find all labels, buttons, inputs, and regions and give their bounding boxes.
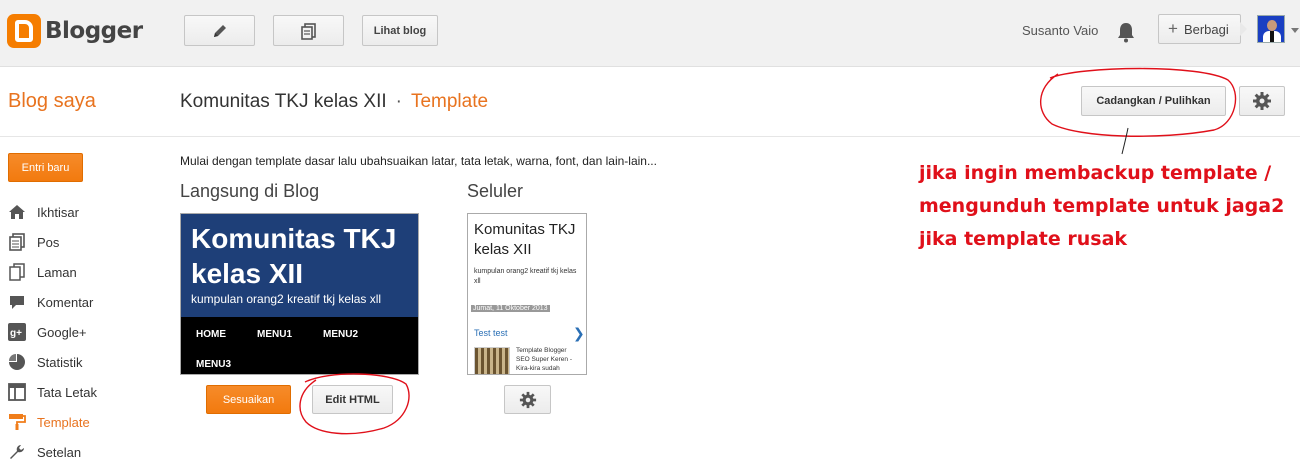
posts-list-icon (300, 22, 316, 40)
pie-chart-icon (9, 354, 25, 370)
mobile-preview-post-link: Test test (474, 328, 508, 338)
preview-header: Komunitas TKJ kelas XII kumpulan orang2 … (181, 214, 418, 317)
gear-icon (519, 391, 536, 408)
annotation-note: jika ingin membackup template / mengundu… (919, 157, 1299, 256)
template-intro-text: Mulai dengan template dasar lalu ubahsua… (180, 154, 657, 168)
header-divider (0, 136, 1300, 137)
mobile-preview-date: Jumat, 11 Oktober 2013 (468, 304, 558, 314)
preview-menu-item: MENU1 (257, 329, 293, 340)
sidebar-item-label: Google+ (37, 324, 87, 340)
sidebar-item-comments[interactable]: Komentar (8, 287, 168, 317)
posts-icon (9, 233, 25, 251)
sidebar-item-label: Laman (37, 264, 77, 280)
preview-menu: HOME MENU1 MENU2 MENU3 (181, 317, 418, 374)
avatar[interactable] (1257, 15, 1285, 43)
customize-button[interactable]: Sesuaikan (206, 385, 291, 414)
share-count-arrow (1240, 22, 1247, 36)
preview-menu-item: MENU2 (323, 329, 359, 340)
pencil-icon (213, 24, 226, 37)
wrench-icon (10, 445, 24, 459)
annotation-line: mengunduh template untuk jaga2 (919, 195, 1285, 217)
plus-icon: + (1168, 19, 1178, 38)
home-icon (9, 205, 25, 219)
mobile-preview-subtitle: kumpulan orang2 kreatif tkj kelas xll (474, 268, 577, 285)
blogger-b-icon (7, 14, 41, 48)
layout-icon (8, 383, 26, 401)
new-post-button-sidebar[interactable]: Entri baru (8, 153, 83, 182)
gear-icon (1253, 92, 1271, 110)
sidebar-item-settings[interactable]: Setelan (8, 437, 168, 464)
preview-blog-subtitle: kumpulan orang2 kreatif tkj kelas xll (191, 292, 382, 306)
preview-menu-item: MENU3 (196, 359, 232, 370)
view-blog-button[interactable]: Lihat blog (362, 15, 438, 46)
sidebar-item-pages[interactable]: Laman (8, 257, 168, 287)
sidebar-item-label: Setelan (37, 444, 82, 460)
svg-text:g+: g+ (10, 328, 22, 339)
breadcrumb-blog-name[interactable]: Komunitas TKJ kelas XII (180, 91, 387, 112)
my-blogs-link[interactable]: Blog saya (8, 90, 96, 113)
sidebar-item-posts[interactable]: Pos (8, 227, 168, 257)
share-label: Berbagi (1183, 21, 1229, 37)
annotation-line: jika template rusak (919, 228, 1128, 250)
edit-html-button[interactable]: Edit HTML (312, 385, 393, 414)
mobile-settings-button[interactable] (504, 385, 551, 414)
sidebar-item-overview[interactable]: Ikhtisar (8, 197, 168, 227)
paint-roller-icon (9, 414, 26, 430)
google-plus-icon: g+ (8, 323, 26, 341)
pages-icon (9, 263, 25, 281)
new-post-button[interactable] (184, 15, 255, 46)
mobile-preview-thumbnail (474, 347, 510, 374)
bell-icon[interactable] (1116, 21, 1136, 43)
mobile-preview-title: Komunitas TKJ kelas XII (474, 221, 576, 258)
live-on-blog-heading: Langsung di Blog (180, 181, 320, 201)
blogger-logo[interactable]: Blogger (7, 14, 143, 48)
sidebar-item-google-plus[interactable]: g+ Google+ (8, 317, 168, 347)
mobile-preview-item-text: Template Blogger SEO Super Keren - Kira-… (516, 347, 572, 372)
mobile-template-preview[interactable]: Komunitas TKJ kelas XII kumpulan orang2 … (467, 213, 587, 375)
comment-icon (10, 296, 24, 309)
chevron-down-icon[interactable] (1291, 28, 1299, 33)
sidebar-item-label: Pos (37, 234, 60, 250)
view-blog-label: Lihat blog (373, 24, 427, 37)
share-button[interactable]: + Berbagi (1158, 14, 1241, 44)
sidebar-item-stats[interactable]: Statistik (8, 347, 168, 377)
sidebar-item-label: Statistik (37, 354, 83, 370)
breadcrumb: Komunitas TKJ kelas XII · Template (180, 91, 488, 113)
pointer-line (1121, 127, 1129, 155)
sidebar-item-template[interactable]: Template (8, 407, 168, 437)
preview-menu-item: HOME (196, 329, 226, 340)
chevron-right-icon: ❯ (573, 325, 585, 341)
preview-blog-title: Komunitas TKJ kelas XII (191, 223, 397, 289)
mobile-preview-date-text: Jumat, 11 Oktober 2013 (471, 305, 550, 312)
sidebar-item-label: Ikhtisar (37, 204, 79, 220)
settings-button[interactable] (1239, 86, 1285, 116)
sidebar-nav: Ikhtisar Pos Laman Komentar g+ Google+ S… (8, 197, 168, 464)
page-title: Template (410, 91, 489, 112)
backup-restore-button[interactable]: Cadangkan / Pulihkan (1081, 86, 1226, 116)
sidebar-item-label: Tata Letak (37, 384, 97, 400)
top-bar: Blogger Lihat blog Susanto Vaio + Berbag… (0, 0, 1300, 67)
posts-list-button[interactable] (273, 15, 344, 46)
blog-template-preview[interactable]: Komunitas TKJ kelas XII kumpulan orang2 … (180, 213, 419, 375)
sidebar-item-label: Template (37, 414, 90, 430)
annotation-line: jika ingin membackup template / (919, 162, 1272, 184)
sidebar-item-label: Komentar (37, 294, 94, 310)
app-name: Blogger (45, 18, 143, 44)
breadcrumb-separator: · (395, 91, 402, 112)
user-name[interactable]: Susanto Vaio (1022, 23, 1098, 38)
mobile-heading: Seluler (467, 181, 524, 201)
sidebar-item-layout[interactable]: Tata Letak (8, 377, 168, 407)
